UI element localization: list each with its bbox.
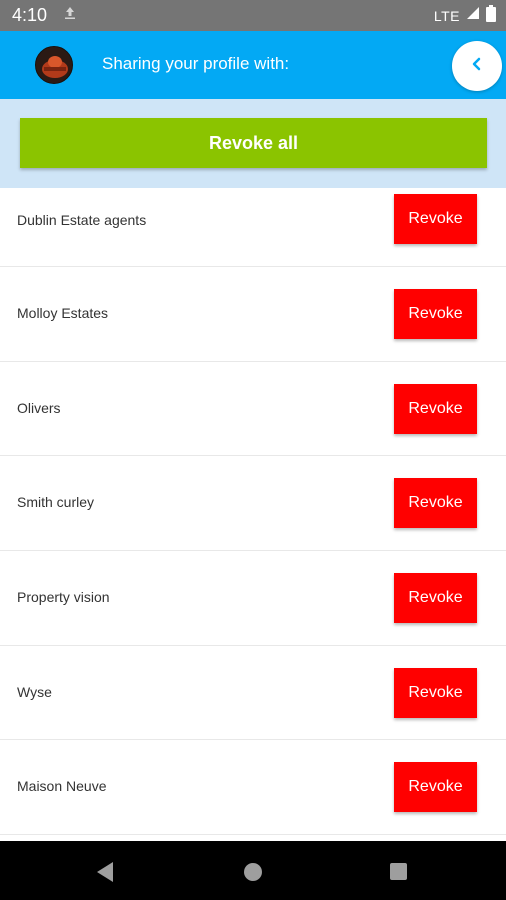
chevron-left-icon (470, 57, 484, 76)
status-right: LTE (433, 4, 496, 27)
back-button[interactable] (452, 41, 502, 91)
sharing-list: Dublin Estate agents Revoke Molloy Estat… (0, 188, 506, 841)
list-item: Smith curley Revoke (0, 456, 506, 552)
status-left: 4:10 (12, 5, 77, 26)
revoke-all-button[interactable]: Revoke all (20, 118, 487, 168)
nav-home-icon[interactable] (244, 863, 262, 881)
revoke-button[interactable]: Revoke (394, 383, 477, 434)
status-time: 4:10 (12, 5, 48, 25)
list-item: Maison Neuve Revoke (0, 740, 506, 836)
item-name: Wyse (17, 683, 52, 700)
status-bar: 4:10 LTE (0, 0, 506, 31)
app-header: Sharing your profile with: (0, 31, 506, 99)
revoke-button[interactable]: Revoke (394, 194, 477, 244)
list-item: Property vision Revoke (0, 551, 506, 646)
revoke-button[interactable]: Revoke (394, 478, 477, 529)
avatar[interactable] (35, 46, 73, 84)
battery-icon (486, 4, 496, 27)
nav-back-icon[interactable] (96, 861, 114, 888)
item-name: Maison Neuve (17, 778, 107, 795)
signal-icon (466, 6, 480, 25)
list-item: Molloy Estates Revoke (0, 267, 506, 362)
item-name: Smith curley (17, 494, 95, 511)
nav-bar (0, 841, 506, 900)
list-item: Dublin Estate agents Revoke (0, 188, 506, 267)
item-name: Molloy Estates (17, 305, 109, 321)
item-name: Olivers (17, 399, 61, 416)
item-name: Dublin Estate agents (17, 212, 147, 228)
list-item: Wyse Revoke (0, 645, 506, 741)
list-item: Olivers Revoke (0, 361, 506, 457)
network-type: LTE (433, 7, 460, 24)
item-name: Property vision (17, 589, 110, 606)
upload-icon (63, 6, 77, 25)
revoke-button[interactable]: Revoke (394, 667, 477, 718)
revoke-button[interactable]: Revoke (394, 762, 477, 813)
nav-recents-icon[interactable] (390, 863, 407, 880)
page-title: Sharing your profile with: (102, 54, 290, 73)
revoke-button[interactable]: Revoke (394, 573, 477, 624)
revoke-all-panel: Revoke all (0, 99, 506, 188)
revoke-button[interactable]: Revoke (394, 289, 477, 339)
